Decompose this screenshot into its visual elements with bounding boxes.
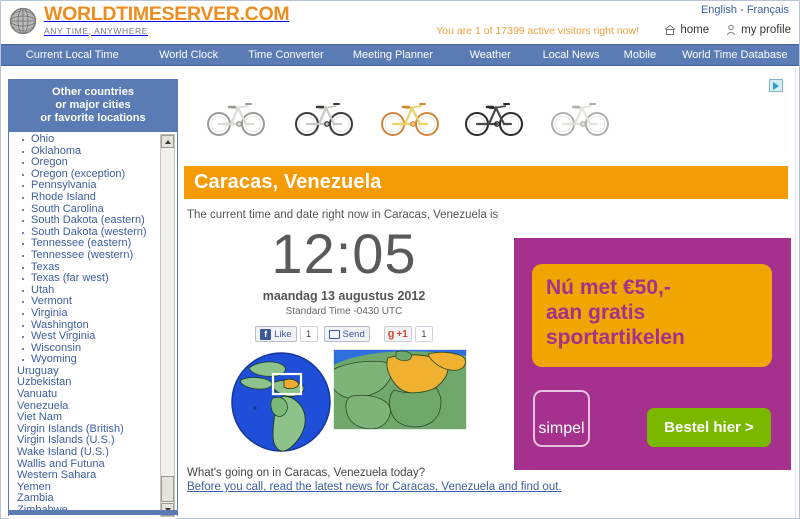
bicycle-banner-ad[interactable] xyxy=(184,73,788,159)
sidebar-item-virginia[interactable]: Virginia xyxy=(9,308,177,320)
nav-item-current-local-time[interactable]: Current Local Time xyxy=(1,45,144,65)
simpel-brand-text: simpel xyxy=(538,420,584,438)
scrollbar-thumb[interactable] xyxy=(161,476,174,502)
news-link[interactable]: Before you call, read the latest news fo… xyxy=(187,481,794,493)
ad-headline-line2: aan gratis xyxy=(546,300,758,325)
sidebar-item-ohio[interactable]: Ohio xyxy=(9,134,177,146)
language-english[interactable]: English xyxy=(701,4,737,16)
nav-item-weather[interactable]: Weather xyxy=(448,45,534,65)
facebook-icon: f xyxy=(260,329,271,340)
send-icon xyxy=(329,330,340,339)
facebook-like-button[interactable]: f Like xyxy=(255,326,296,342)
news-block: What's going on in Caracas, Venezuela to… xyxy=(184,467,794,493)
sidebar-item-vanuatu[interactable]: Vanuatu xyxy=(9,389,177,401)
header-utility-links: home my profile xyxy=(664,24,791,36)
region-map-image[interactable] xyxy=(332,348,468,431)
page-title: Caracas, Venezuela xyxy=(184,171,381,194)
sidebar-item-south-dakota-eastern-[interactable]: South Dakota (eastern) xyxy=(9,215,177,227)
sidebar-item-wake-island-u-s-[interactable]: Wake Island (U.S.) xyxy=(9,447,177,459)
order-now-button[interactable]: Bestel hier > xyxy=(647,408,771,447)
bicycle-icon-2 xyxy=(294,95,356,142)
sidebar-item-wyoming[interactable]: Wyoming xyxy=(9,354,177,366)
social-buttons-row: f Like 1 Send g +1 1 xyxy=(184,326,504,342)
sidebar-item-rhode-island[interactable]: Rhode Island xyxy=(9,192,177,204)
intro-text: The current time and date right now in C… xyxy=(184,209,794,221)
sidebar-heading-line3: or favorite locations xyxy=(13,112,173,125)
nav-item-mobile[interactable]: Mobile xyxy=(609,45,671,65)
clock-block: 12:05 maandag 13 augustus 2012 Standard … xyxy=(184,223,504,342)
current-date: maandag 13 augustus 2012 xyxy=(184,289,504,303)
logo-title: WORLDTIMESERVER.COM xyxy=(44,5,289,25)
google-plus-count: 1 xyxy=(415,326,433,342)
globe-location-image[interactable] xyxy=(231,346,331,463)
site-header: WORLDTIMESERVER.COM ANY TIME, ANYWHERE E… xyxy=(1,1,799,43)
sidebar-item-tennessee-western-[interactable]: Tennessee (western) xyxy=(9,250,177,262)
nav-item-world-clock[interactable]: World Clock xyxy=(144,45,234,65)
ad-headline: Nú met €50,- aan gratis sportartikelen xyxy=(546,275,758,350)
bicycle-icon-5 xyxy=(550,95,612,142)
nav-item-world-time-database[interactable]: World Time Database xyxy=(671,45,799,65)
adchoices-icon[interactable] xyxy=(769,79,783,92)
page-root: WORLDTIMESERVER.COM ANY TIME, ANYWHERE E… xyxy=(0,0,800,519)
profile-link[interactable]: my profile xyxy=(725,24,791,36)
chevron-up-icon xyxy=(165,140,171,144)
profile-label: my profile xyxy=(741,24,791,36)
sidebar-item-west-virginia[interactable]: West Virginia xyxy=(9,331,177,343)
nav-item-local-news[interactable]: Local News xyxy=(533,45,609,65)
language-links: English - Français xyxy=(701,4,789,16)
home-label: home xyxy=(680,24,709,36)
sidebar-scrollbar[interactable] xyxy=(160,134,175,517)
sidebar-heading: Other countries or major cities or favor… xyxy=(9,80,177,132)
city-title-banner: Caracas, Venezuela xyxy=(184,166,788,199)
main-navigation: Current Local TimeWorld ClockTime Conver… xyxy=(1,44,799,66)
locations-sidebar: Other countries or major cities or favor… xyxy=(8,79,178,516)
sidebar-footer-bar xyxy=(9,510,177,515)
sidebar-item-texas-far-west-[interactable]: Texas (far west) xyxy=(9,273,177,285)
facebook-like-label: Like xyxy=(274,329,291,340)
bicycle-icon-1 xyxy=(206,95,268,142)
google-plus-label: +1 xyxy=(396,329,407,340)
ad-headline-box: Nú met €50,- aan gratis sportartikelen xyxy=(532,264,772,367)
sidebar-advertisement[interactable]: Nú met €50,- aan gratis sportartikelen s… xyxy=(514,238,791,470)
current-time: 12:05 xyxy=(184,223,504,285)
bicycle-icon-3 xyxy=(380,95,442,142)
simpel-brand-logo: simpel xyxy=(533,390,590,447)
timezone-label: Standard Time -0430 UTC xyxy=(184,306,504,317)
facebook-like-count: 1 xyxy=(300,326,318,342)
ad-headline-line3: sportartikelen xyxy=(546,325,758,350)
nav-item-meeting-planner[interactable]: Meeting Planner xyxy=(338,45,447,65)
google-plus-icon: g xyxy=(388,328,395,340)
nav-item-time-converter[interactable]: Time Converter xyxy=(234,45,339,65)
language-separator: - xyxy=(737,4,747,16)
facebook-send-button[interactable]: Send xyxy=(324,326,370,342)
right-edge-strip xyxy=(795,67,799,518)
sidebar-items-container: OhioOklahomaOregonOregon (exception)Penn… xyxy=(9,134,177,517)
sidebar-heading-line1: Other countries xyxy=(13,86,173,99)
home-icon xyxy=(664,24,676,36)
sidebar-location-list[interactable]: OhioOklahomaOregonOregon (exception)Penn… xyxy=(9,132,177,519)
bicycle-icon-4 xyxy=(464,95,526,142)
ad-headline-line1: Nú met €50,- xyxy=(546,275,758,300)
play-triangle-icon xyxy=(773,82,779,90)
scroll-up-button[interactable] xyxy=(161,135,174,148)
user-icon xyxy=(725,24,737,36)
language-french[interactable]: Français xyxy=(747,4,789,16)
google-plus-button[interactable]: g +1 xyxy=(384,326,412,342)
sidebar-heading-line2: or major cities xyxy=(13,99,173,112)
home-link[interactable]: home xyxy=(664,24,709,36)
facebook-send-label: Send xyxy=(343,329,365,340)
